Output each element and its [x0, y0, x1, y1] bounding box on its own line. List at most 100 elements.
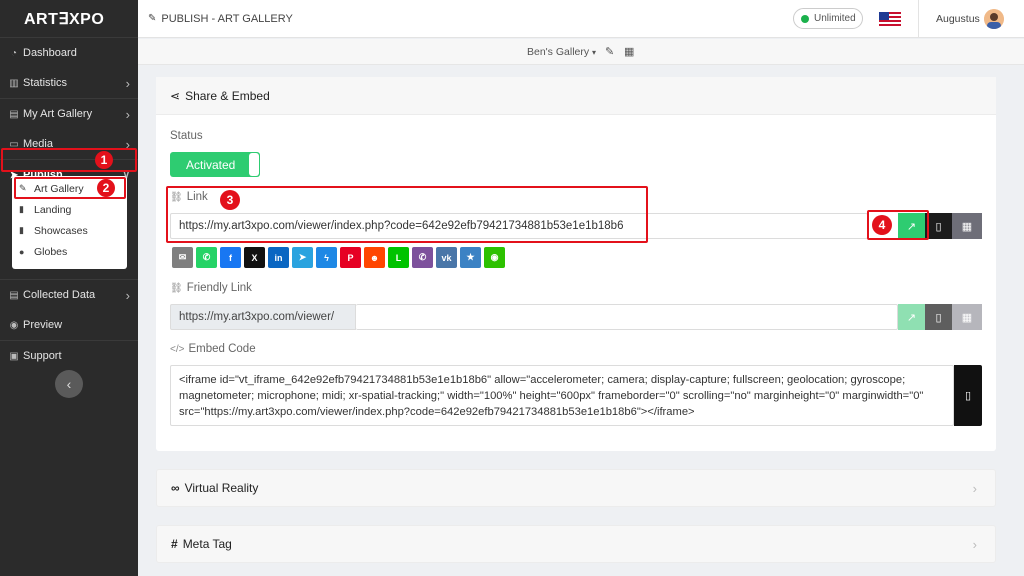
annotation-badge-2: 2 [97, 179, 115, 197]
art-gallery-icon: ✎ [148, 13, 157, 24]
friendly-link-label-text: Friendly Link [186, 282, 252, 294]
qr-code-button[interactable]: ▦ [952, 213, 982, 239]
chevron-right-icon: › [125, 75, 130, 91]
avatar[interactable] [984, 9, 1004, 29]
database-icon: ▤ [9, 289, 19, 301]
share-whatsapp-button[interactable]: ✆ [196, 247, 217, 268]
embed-code-textarea[interactable]: <iframe id="vt_iframe_642e92efb794217348… [170, 365, 954, 426]
gallery-settings-icon[interactable]: ▦ [624, 45, 634, 58]
submenu-item-globes[interactable]: ● Globes [12, 241, 127, 262]
friendly-link-input[interactable] [356, 304, 898, 330]
open-friendly-link-button[interactable]: ↗ [898, 304, 925, 330]
sidebar-item-my-art-gallery[interactable]: ▤ My Art Gallery › [0, 99, 138, 129]
toggle-knob [249, 153, 259, 176]
telegram-icon: ➤ [298, 252, 307, 262]
embed-code-label-text: Embed Code [188, 343, 256, 355]
qr-code-icon: ▦ [961, 220, 973, 233]
share-viber-button[interactable]: ✆ [412, 247, 433, 268]
status-toggle[interactable]: Activated [170, 152, 260, 177]
status-dot-icon [801, 14, 809, 23]
share-email-button[interactable]: ✉ [172, 247, 193, 268]
share-telegram-button[interactable]: ➤ [292, 247, 313, 268]
facebook-icon: f [229, 252, 232, 263]
plan-label: Unlimited [814, 13, 856, 24]
gallery-select[interactable]: Ben's Gallery ▾ [527, 46, 596, 58]
share-x-button[interactable]: X [244, 247, 265, 268]
card-header[interactable]: ⋖ Share & Embed [156, 77, 996, 115]
copy-friendly-link-button[interactable]: ▯ [925, 304, 952, 330]
section-virtual-reality[interactable]: ∞ Virtual Reality › [156, 469, 996, 507]
chevron-left-icon: ‹ [66, 376, 72, 392]
share-linkedin-button[interactable]: in [268, 247, 289, 268]
clipboard-icon: ▯ [935, 220, 942, 233]
edit-icon[interactable]: ✎ [605, 45, 614, 58]
gallery-bar: Ben's Gallery ▾ ✎ ▦ [138, 39, 1024, 65]
submenu-item-landing[interactable]: ▮ Landing [12, 199, 127, 220]
favorites-icon: ★ [466, 252, 475, 262]
sidebar-item-support[interactable]: ▣ Support [0, 341, 138, 371]
dashboard-icon: ◔ [10, 47, 18, 59]
vk-icon: vk [441, 252, 452, 263]
link-icon: ⛓ [170, 282, 183, 294]
gallery-icon: ▤ [9, 108, 19, 120]
username[interactable]: Augustus [936, 13, 980, 25]
chevron-right-icon: › [972, 536, 977, 552]
sidebar-item-collected-data[interactable]: ▤ Collected Data › [0, 280, 138, 310]
chevron-right-icon: › [125, 106, 130, 122]
sidebar-item-preview[interactable]: ◉ Preview [0, 310, 138, 340]
plan-badge[interactable]: Unlimited [793, 8, 863, 29]
email-icon: ✉ [178, 252, 187, 262]
globe-icon: ● [19, 246, 25, 257]
us-flag-icon[interactable] [879, 12, 901, 26]
annotation-badge-1: 1 [95, 151, 113, 169]
section-meta-tag[interactable]: # Meta Tag › [156, 525, 996, 563]
vr-glasses-icon: ∞ [171, 481, 180, 495]
pinterest-icon: P [347, 252, 354, 263]
sidebar: ART∃XPO ◔ Dashboard ▥ Statistics › ▤ My … [0, 0, 138, 576]
hashtag-icon: # [171, 537, 178, 551]
annotation-badge-4: 4 [872, 215, 892, 235]
gallery-select-value: Ben's Gallery [527, 46, 590, 58]
sidebar-item-label: Dashboard [23, 47, 77, 59]
status-label: Status [170, 130, 203, 142]
share-vk-button[interactable]: vk [436, 247, 457, 268]
support-icon: ▣ [9, 350, 19, 362]
sidebar-item-dashboard[interactable]: ◔ Dashboard [0, 38, 138, 68]
friendly-qr-code-button[interactable]: ▦ [952, 304, 982, 330]
annotation-badge-3: 3 [220, 190, 240, 210]
submenu-item-label: Showcases [34, 224, 88, 237]
share-wechat-button[interactable]: ◉ [484, 247, 505, 268]
share-line-button[interactable]: L [388, 247, 409, 268]
divider [918, 0, 919, 38]
copy-link-button[interactable]: ▯ [925, 213, 952, 239]
submenu-item-label: Globes [34, 245, 68, 258]
copy-embed-code-button[interactable]: ▯ [954, 365, 982, 426]
page-title-text: PUBLISH - ART GALLERY [161, 12, 293, 25]
chevron-right-icon: › [125, 287, 130, 303]
sidebar-item-label: My Art Gallery [23, 108, 93, 120]
share-reddit-button[interactable]: ☻ [364, 247, 385, 268]
eye-icon: ◉ [9, 319, 19, 331]
top-bar: ✎ PUBLISH - ART GALLERY Unlimited August… [138, 0, 1024, 38]
section-title: Meta Tag [182, 537, 232, 551]
status-toggle-label: Activated [186, 157, 236, 172]
share-facebook-button[interactable]: f [220, 247, 241, 268]
collapse-sidebar-button[interactable]: ‹ [55, 370, 83, 398]
external-link-icon: ↗ [906, 311, 917, 324]
whatsapp-icon: ✆ [202, 252, 211, 262]
sidebar-item-label: Support [23, 350, 62, 362]
sidebar-item-label: Collected Data [23, 289, 96, 301]
friendly-link-prefix: https://my.art3xpo.com/viewer/ [170, 304, 356, 330]
clipboard-icon: ▯ [964, 390, 972, 402]
sidebar-item-statistics[interactable]: ▥ Statistics › [0, 68, 138, 98]
line-icon: L [395, 252, 402, 263]
share-messenger-button[interactable]: ϟ [316, 247, 337, 268]
share-pinterest-button[interactable]: P [340, 247, 361, 268]
submenu-item-showcases[interactable]: ▮ Showcases [12, 220, 127, 241]
logo: ART∃XPO [0, 0, 138, 38]
file-icon: ▮ [19, 204, 24, 214]
x-icon: X [251, 252, 258, 263]
share-favorites-button[interactable]: ★ [460, 247, 481, 268]
caret-down-icon: ▾ [592, 48, 597, 57]
wechat-icon: ◉ [490, 252, 499, 262]
